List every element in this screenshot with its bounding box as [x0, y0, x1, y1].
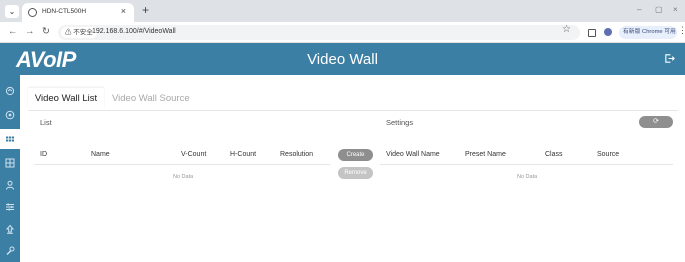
side-panel-icon[interactable]	[588, 29, 596, 37]
sidebar	[0, 75, 20, 262]
settings-header-divider	[380, 164, 673, 165]
minimize-button[interactable]: –	[637, 5, 641, 14]
list-header-divider	[34, 164, 330, 165]
bookmark-star-icon[interactable]: ☆	[562, 24, 571, 35]
user-icon	[6, 180, 14, 190]
browser-tab-bar: ⌄ HDN-CTL500H × + – ▢ ×	[0, 0, 685, 22]
back-arrow-icon[interactable]: ←	[8, 26, 18, 37]
close-tab-icon[interactable]: ×	[121, 6, 126, 16]
sidebar-item-tools[interactable]	[0, 241, 20, 261]
address-bar[interactable]: ⚠ 不安全 192.168.6.100/#/VideoWall	[58, 25, 580, 40]
url-text[interactable]: 192.168.6.100/#/VideoWall	[92, 28, 176, 35]
list-col-name: Name	[91, 151, 110, 158]
list-section-label: List	[40, 118, 52, 127]
list-col-h-count: H-Count	[230, 151, 257, 158]
tab-divider	[28, 110, 678, 111]
sidebar-item-layers[interactable]	[0, 81, 20, 101]
sidebar-item-settings[interactable]	[0, 197, 20, 217]
settings-section-label: Settings	[386, 118, 414, 127]
settings-col-video-wall-name: Video Wall Name	[386, 151, 440, 158]
create-button[interactable]: Create	[338, 149, 373, 161]
settings-col-class: Class	[545, 151, 563, 158]
profile-avatar[interactable]	[604, 28, 612, 36]
logout-icon[interactable]	[664, 53, 675, 64]
sidebar-item-user[interactable]	[0, 175, 20, 195]
sidebar-item-grid[interactable]	[0, 153, 20, 173]
page-title: Video Wall	[307, 51, 378, 68]
list-col-resolution: Resolution	[280, 151, 314, 158]
tab-search-button[interactable]: ⌄	[5, 5, 19, 18]
browser-toolbar: ← → ↻ ⚠ 不安全 192.168.6.100/#/VideoWall	[0, 22, 685, 43]
globe-icon	[28, 8, 37, 17]
tab-video-wall-source[interactable]: Video Wall Source	[112, 88, 190, 110]
list-col-id: ID	[40, 151, 47, 158]
upload-icon	[5, 224, 15, 234]
sidebar-item-video-wall[interactable]	[0, 129, 20, 149]
tab-video-wall-list[interactable]: Video Wall List	[28, 88, 104, 110]
maximize-button[interactable]: ▢	[655, 5, 663, 14]
more-menu-icon[interactable]: ⋮	[678, 25, 685, 36]
browser-tab[interactable]: HDN-CTL500H ×	[22, 3, 134, 22]
list-empty-text: No Data	[173, 174, 194, 180]
forward-arrow-icon[interactable]: →	[25, 26, 35, 37]
layers-icon	[5, 86, 15, 96]
target-icon	[5, 110, 15, 120]
settings-col-preset-name: Preset Name	[465, 151, 506, 158]
settings-empty-text: No Data	[517, 174, 538, 180]
settings-col-source: Source	[597, 151, 620, 158]
remove-button[interactable]: Remove	[338, 167, 373, 179]
browser-tab-title: HDN-CTL500H	[42, 8, 87, 15]
wrench-icon	[6, 246, 15, 255]
video-wall-icon	[6, 136, 14, 142]
reload-icon[interactable]: ↻	[42, 26, 50, 37]
sidebar-item-target[interactable]	[0, 105, 20, 125]
list-col-v-count: V-Count	[181, 151, 207, 158]
grid-icon	[5, 158, 15, 168]
refresh-button[interactable]: ⟳	[639, 116, 673, 128]
sidebar-item-upgrade[interactable]	[0, 219, 20, 239]
new-tab-button[interactable]: +	[142, 3, 149, 17]
chrome-update-button[interactable]: 有新版 Chrome 可用	[619, 26, 677, 39]
sliders-icon	[6, 203, 14, 211]
app-header: AVoIP Video Wall	[0, 43, 685, 75]
window-close-button[interactable]: ×	[673, 5, 678, 14]
